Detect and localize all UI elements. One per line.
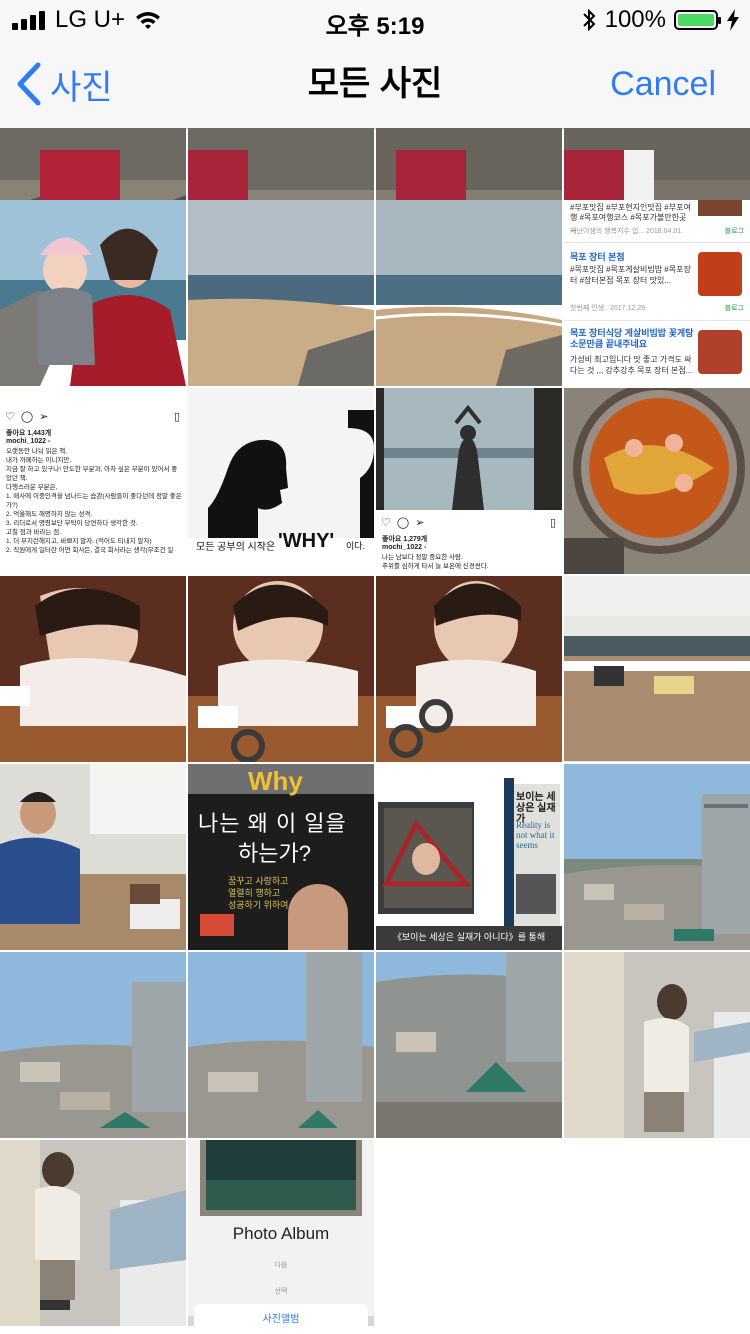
- bookmark-icon: ▯: [173, 411, 180, 423]
- insta-1-caption-line: 내가 까페하는 이니지만,: [6, 457, 72, 464]
- photo-thumbnail[interactable]: [564, 388, 750, 574]
- insta-2-caption: 나는 남보다 정말 중요한 사람. 추위를 심하게 타서 늘 보온에 신경썬다.: [382, 553, 558, 571]
- book-author-photo: [288, 884, 348, 950]
- comment-icon: ◯: [396, 517, 410, 529]
- battery-percent: 100%: [604, 6, 666, 33]
- insta-2-caption-line: 나는 남보다 정말 중요한 사람.: [382, 554, 463, 561]
- comment-icon: ◯: [20, 411, 34, 423]
- why-suffix: 이다.: [346, 541, 366, 551]
- insta-1-caption-line: 1. 매사에 이중인격을 넘나드는 습관(사람들이 좋다던데 정말 좋은가?): [6, 493, 182, 509]
- album-option-1: 다음: [274, 1262, 288, 1269]
- photo-thumbnail[interactable]: [376, 200, 562, 386]
- photo-thumbnail[interactable]: [188, 952, 374, 1138]
- insta-2-caption-line: 추위를 심하게 타서 늘 보온에 신경썬다.: [382, 563, 489, 570]
- chevron-left-icon: [17, 62, 41, 106]
- insta-1-caption-line: 2. 억울해도 해명하지 않는 성격.: [6, 511, 93, 518]
- album-button[interactable]: 사진앨범: [188, 1310, 374, 1325]
- insta-2-user: mochi_1022 -: [382, 544, 427, 551]
- blog-3-image: [698, 330, 742, 374]
- photo-thumbnail[interactable]: [564, 764, 750, 950]
- insta-1-caption-line: 2. 직원에게 일터란 어떤 회사든, 결국 회사라는 생각(무조건 일: [6, 547, 174, 554]
- photo-thumbnail[interactable]: [188, 200, 374, 386]
- photo-thumbnail[interactable]: [188, 576, 374, 762]
- insta-1-caption-line: 오랫동안 나눠 읽은 책.: [6, 448, 68, 455]
- bluetooth-icon: [582, 8, 596, 32]
- photo-thumbnail[interactable]: Why 나는 왜 이 일을 하는가? 꿈꾸고 사랑하고 열렬히 행하고 성공하기…: [188, 764, 374, 950]
- photo-thumbnail[interactable]: [0, 764, 186, 950]
- back-button[interactable]: 사진: [16, 40, 113, 128]
- blog-2-text: #목포맛집 #목포게살비빔밥 #목포장터 #장터본점 목포 장터 맛있...: [570, 265, 691, 285]
- insta-1-caption-line: 고칠 점과 바라는 점.: [6, 529, 62, 536]
- photo-thumbnail[interactable]: #부포맛집 #부포현지인맛집 #부포여 행 #목포여행코스 #목포가볼만한곳 .…: [564, 200, 750, 386]
- photo-thumbnail[interactable]: [0, 952, 186, 1138]
- blog-2-meta: 찻번째 인생.. 2017.12.29.: [570, 305, 647, 312]
- book2-caption: 《보이는 세상은 실재가 아니다》를 통해: [392, 932, 546, 942]
- photo-thumbnail[interactable]: [376, 576, 562, 762]
- photo-thumbnail[interactable]: [564, 952, 750, 1138]
- share-icon: ➢: [415, 517, 425, 529]
- battery-icon: [674, 10, 721, 30]
- share-icon: ➢: [39, 411, 49, 423]
- insta-1-caption-line: 지금 잘 하고 있구나! 안도한 부분과, 아차 싶은 부분이 있어서 좋았던 …: [6, 466, 178, 482]
- album-option-2: 선택: [274, 1288, 288, 1295]
- photo-thumbnail[interactable]: [0, 576, 186, 762]
- blog-1-image: [698, 200, 742, 216]
- book-title-1: 나는 왜 이 일을: [198, 811, 347, 836]
- blog-3-title: 목포 장터식당 게살비빔밥 꽃게탕 소문만큼 끝내주네요: [570, 328, 694, 349]
- photo-thumbnail[interactable]: ♡ ◯ ➢ ▯ 좋아요 1,279개 mochi_1022 - 나는 남보다 정말 …: [376, 388, 562, 574]
- charging-icon: [727, 9, 739, 31]
- book-why: Why: [248, 766, 303, 796]
- why-word: 'WHY': [278, 530, 335, 552]
- book-badge: [200, 914, 234, 936]
- insta-2-actions: ♡ ◯ ➢: [381, 516, 424, 529]
- insta-1-likes: 좋아요 1,443개: [6, 430, 52, 437]
- status-bar: LG U+ 오후 5:19 100%: [0, 0, 750, 40]
- why-caption: 모든 공부의 시작은: [196, 542, 276, 553]
- blog-2-title: 목포 장터 본점: [570, 252, 625, 262]
- photo-thumbnail[interactable]: 모든 공부의 시작은 'WHY' 이다.: [188, 388, 374, 574]
- insta-1-actions: ♡ ◯ ➢: [5, 410, 48, 423]
- back-label: 사진: [50, 68, 113, 107]
- insta-1-caption-line: 다행스러운 부분은,: [6, 484, 58, 491]
- blog-2-image: [698, 252, 742, 296]
- blog-1-badge: 블로그: [724, 228, 744, 235]
- book-sub-3: 성공하기 위하여: [228, 900, 289, 910]
- insta-1-caption-line: 3. 리더로서 명령보단 부탁이 당연하다 생각한 것.: [6, 520, 138, 527]
- insta-1-user: mochi_1022 -: [6, 438, 51, 445]
- bookmark-icon: ▯: [549, 517, 556, 529]
- cancel-button[interactable]: Cancel: [610, 40, 716, 128]
- album-title: Photo Album: [232, 1224, 330, 1243]
- photo-thumbnail[interactable]: ♡ ◯ ➢ ▯ 좋아요 1,443개 mochi_1022 - 오랫동안 나눠 읽은…: [0, 388, 186, 574]
- book2-en: Reality is not what it seems: [516, 820, 555, 850]
- photo-thumbnail[interactable]: [564, 576, 750, 762]
- navigation-bar: 사진 모든 사진 Cancel: [0, 40, 750, 129]
- book-title-2: 하는가?: [238, 841, 311, 866]
- blog-3-text: 가성비 최고입니다 맛 좋고 가격도 싸다는 것 ,,, 강추강추 목포 장터 …: [570, 355, 693, 375]
- insta-2-likes: 좋아요 1,279개: [382, 536, 428, 543]
- insta-1-caption-line: 1. 더 부지런해지고, 바쁘지 말자. (적어도 티내지 말자): [6, 538, 152, 545]
- blog-2-badge: 블로그: [724, 305, 744, 312]
- heart-icon: ♡: [381, 517, 391, 529]
- photo-thumbnail[interactable]: 보이는 세상은 실재가 Reality is not what it seems…: [376, 764, 562, 950]
- photo-grid: #부포맛집 #부포현지인맛집 #부포여 행 #목포여행코스 #목포가볼만한곳 .…: [0, 128, 750, 1334]
- album-chooser-thumbnail[interactable]: Photo Album 다음 선택 사진앨범: [188, 1140, 374, 1326]
- photo-thumbnail[interactable]: [376, 952, 562, 1138]
- photo-thumbnail[interactable]: [0, 1140, 186, 1326]
- blog-1-meta: 재닌이샘의 행복지수 업... 2018.04.01.: [570, 228, 684, 235]
- insta-1-caption: 오랫동안 나눠 읽은 책. 내가 까페하는 이니지만, 지금 잘 하고 있구나! 안…: [6, 447, 182, 555]
- status-right: 100%: [581, 6, 740, 34]
- heart-icon: ♡: [5, 411, 15, 423]
- photo-thumbnail[interactable]: [0, 200, 186, 386]
